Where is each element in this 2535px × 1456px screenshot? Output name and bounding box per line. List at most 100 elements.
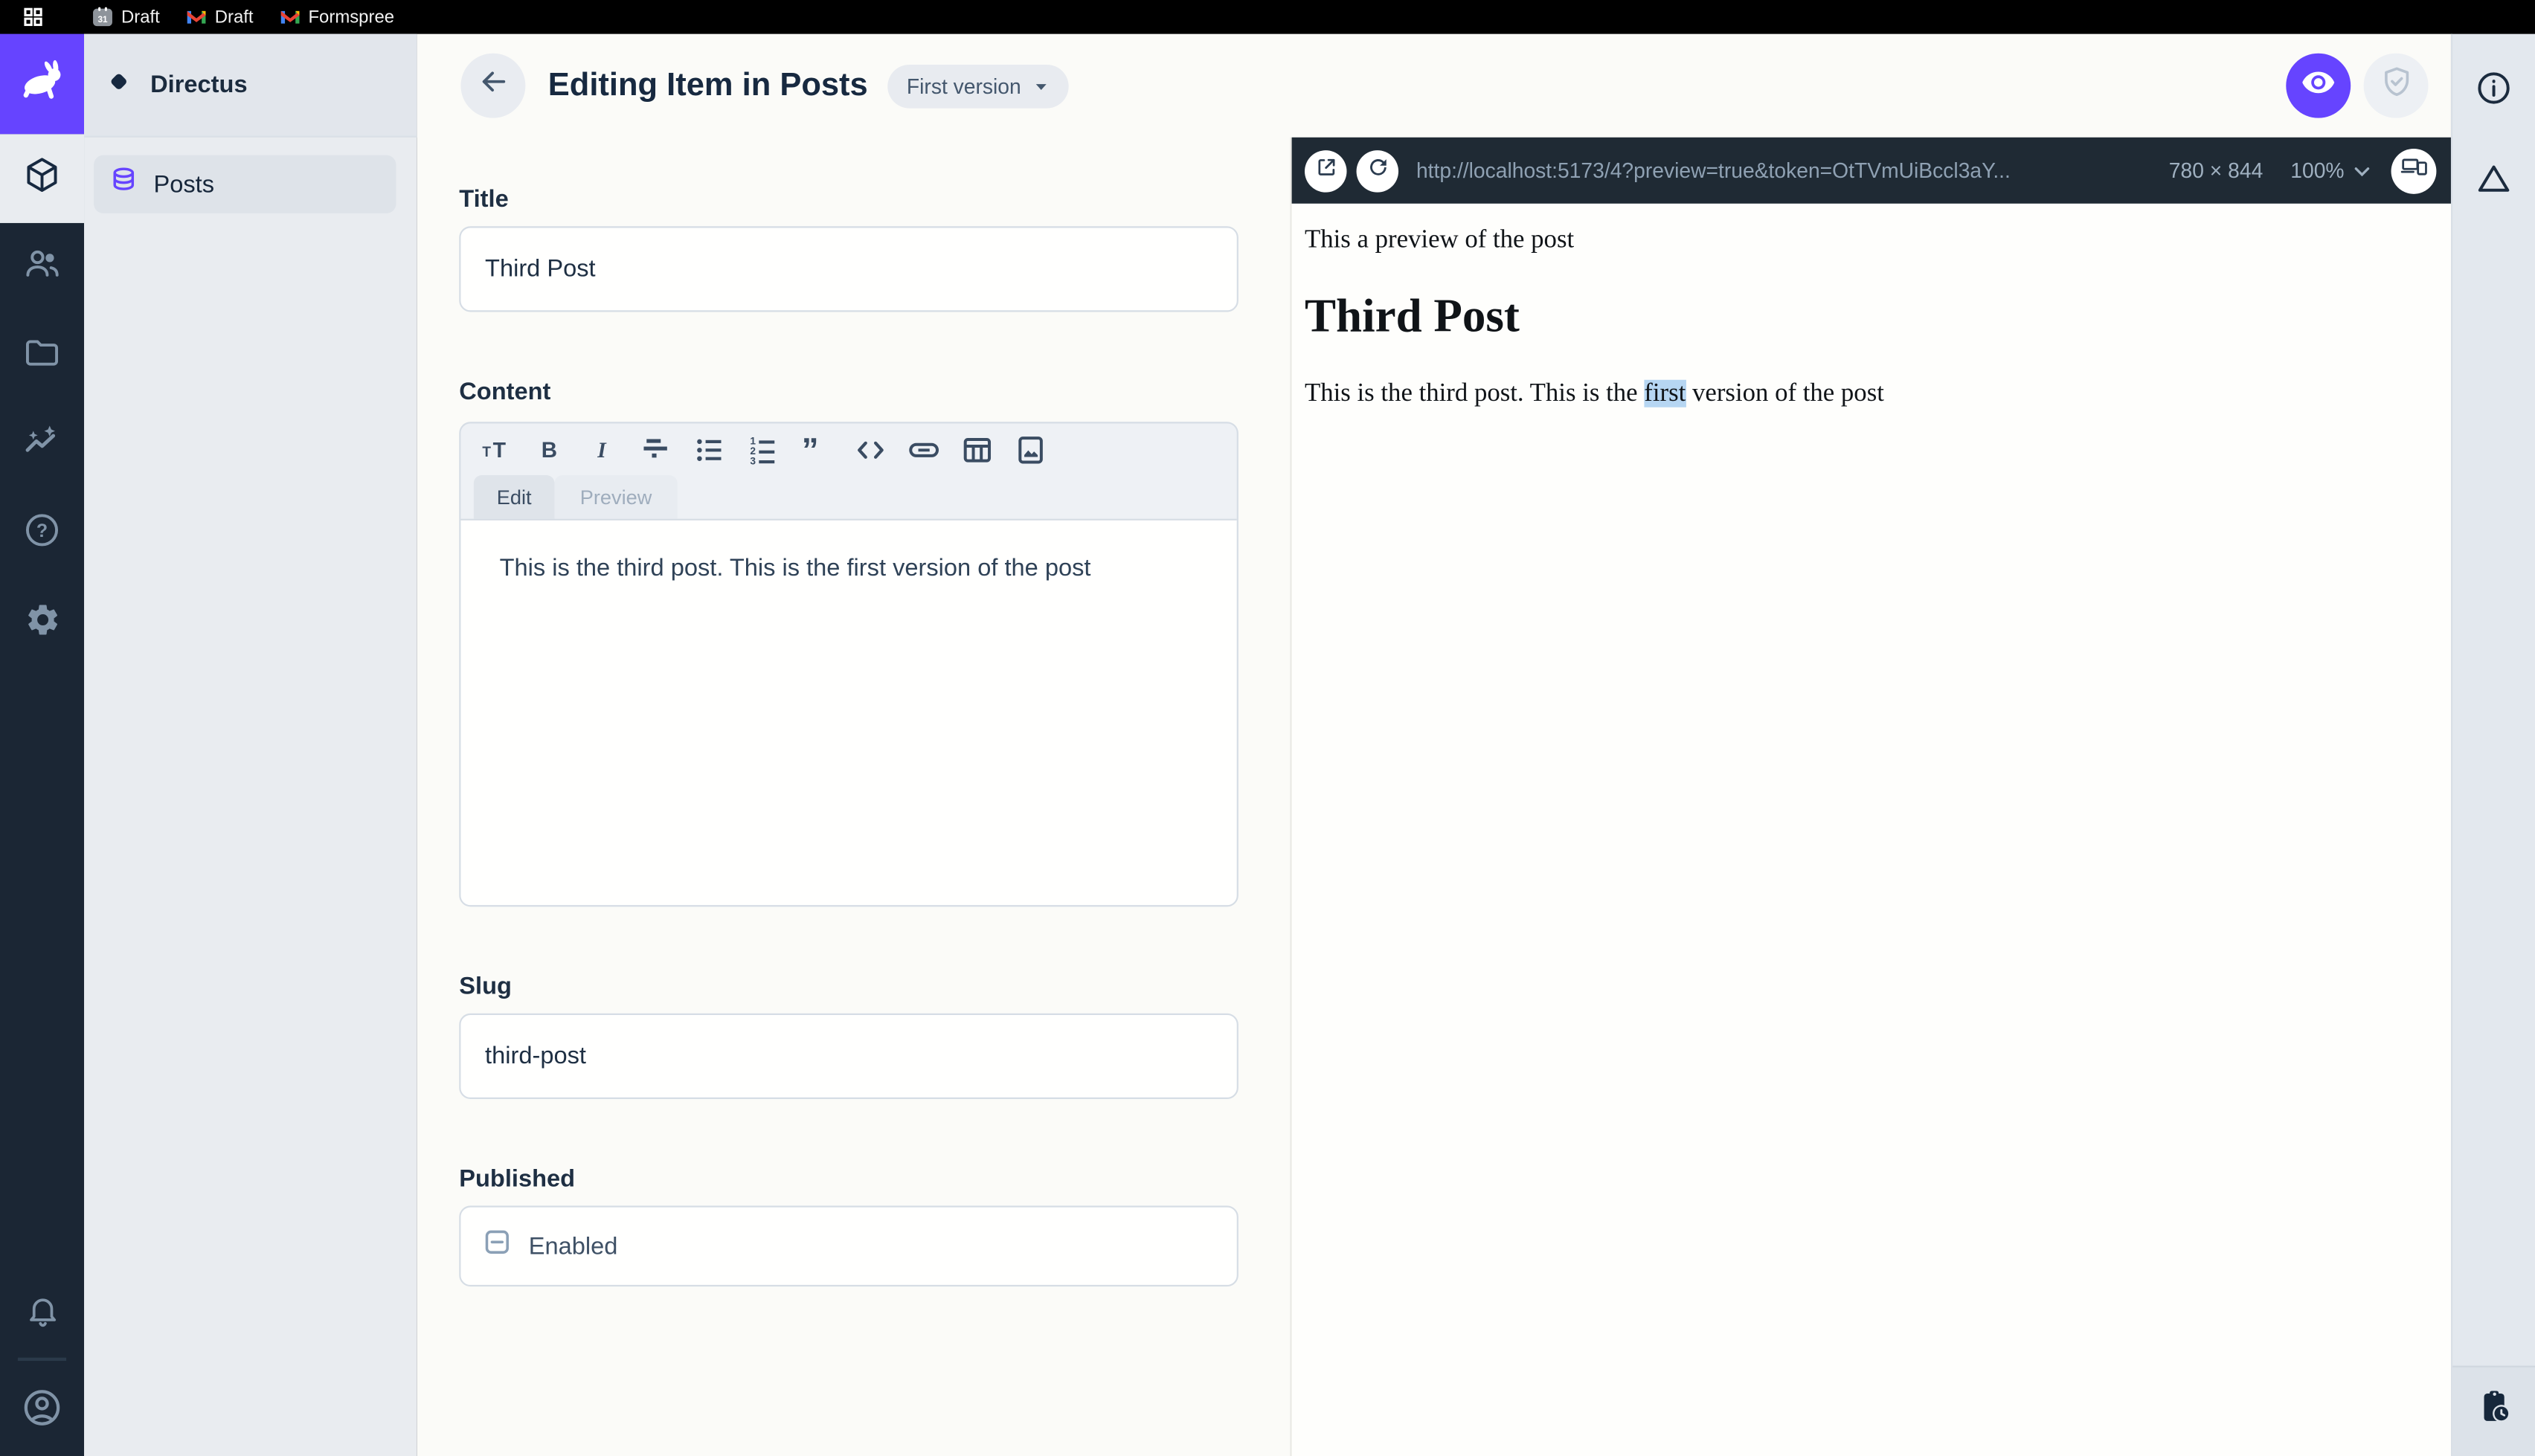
preview-intro-text: This a preview of the post bbox=[1304, 226, 1575, 254]
directus-logo[interactable] bbox=[0, 33, 85, 135]
module-insights[interactable] bbox=[0, 401, 84, 490]
screen: 31 Draft Draft Formspree ? Directus Post… bbox=[0, 0, 2535, 1456]
browser-tab-formspree[interactable]: Formspree bbox=[279, 7, 394, 28]
field-label-content: Content bbox=[459, 378, 551, 406]
sidebar-item-label: Posts bbox=[153, 170, 215, 199]
image-icon[interactable] bbox=[1010, 431, 1049, 469]
share-button[interactable] bbox=[2363, 53, 2429, 118]
browser-tab-label: Draft bbox=[121, 7, 160, 27]
field-label-published: Published bbox=[459, 1165, 576, 1194]
svg-text:?: ? bbox=[36, 521, 48, 541]
table-icon[interactable] bbox=[957, 431, 996, 469]
database-icon bbox=[109, 165, 139, 204]
warnings-sidebar-button[interactable] bbox=[2458, 147, 2530, 219]
preview-iframe[interactable]: This a preview of the post Third Post Th… bbox=[1291, 203, 2451, 1456]
svg-text:31: 31 bbox=[97, 15, 108, 25]
settings-gear-icon bbox=[24, 600, 61, 645]
blockquote-icon[interactable]: ” bbox=[797, 431, 836, 469]
svg-text:I: I bbox=[596, 439, 606, 463]
info-icon bbox=[2475, 69, 2513, 115]
browser-tab-draft-1[interactable]: 31 Draft bbox=[92, 7, 160, 28]
gmail-icon bbox=[186, 7, 207, 28]
strikethrough-icon[interactable] bbox=[637, 431, 675, 469]
svg-text:T: T bbox=[481, 445, 490, 460]
open-in-new-icon bbox=[1314, 155, 1338, 187]
right-sidebar-rail bbox=[2450, 33, 2535, 1456]
module-rail: ? bbox=[0, 33, 85, 1456]
live-preview-panel: http://localhost:5173/4?preview=true&tok… bbox=[1290, 137, 2451, 1456]
slug-input[interactable] bbox=[459, 1013, 1238, 1099]
page-header: Editing Item in Posts First version bbox=[417, 34, 2451, 138]
refresh-button[interactable] bbox=[1356, 149, 1399, 192]
browser-top-bar: 31 Draft Draft Formspree bbox=[0, 0, 2535, 34]
page-title: Editing Item in Posts bbox=[547, 67, 868, 103]
notifications-bell-icon bbox=[24, 1292, 61, 1337]
field-label-title: Title bbox=[459, 185, 509, 213]
clipboard-clock-icon bbox=[2474, 1388, 2513, 1435]
apps-grid-icon[interactable] bbox=[22, 7, 43, 28]
module-content[interactable] bbox=[0, 134, 85, 223]
module-help[interactable]: ? bbox=[0, 490, 84, 579]
preview-paragraph: This is the third post. This is the firs… bbox=[1304, 379, 1884, 408]
module-users[interactable] bbox=[0, 223, 84, 312]
browser-tab-draft-2[interactable]: Draft bbox=[186, 7, 254, 28]
notifications-button[interactable] bbox=[0, 1275, 84, 1353]
device-size-button[interactable] bbox=[2391, 147, 2437, 193]
svg-text:T: T bbox=[492, 439, 506, 463]
zoom-value: 100% bbox=[2290, 158, 2345, 183]
help-icon: ? bbox=[22, 511, 61, 558]
refresh-icon bbox=[1365, 155, 1389, 187]
nav-sidebar: Directus Posts bbox=[84, 33, 417, 1456]
svg-text:”: ” bbox=[801, 433, 818, 467]
users-icon bbox=[22, 244, 61, 291]
editor-tabs: Edit Preview bbox=[460, 475, 1237, 521]
version-dropdown[interactable]: First version bbox=[887, 63, 1068, 108]
version-label: First version bbox=[906, 73, 1021, 98]
live-preview-button[interactable] bbox=[2286, 53, 2351, 118]
tab-edit[interactable]: Edit bbox=[473, 475, 555, 519]
tab-preview[interactable]: Preview bbox=[554, 475, 678, 519]
checkbox-indeterminate-icon[interactable] bbox=[483, 1228, 511, 1264]
heading-icon[interactable]: TT bbox=[477, 431, 515, 469]
back-button[interactable] bbox=[460, 53, 526, 118]
svg-text:3: 3 bbox=[749, 455, 755, 466]
markdown-editor: TT B I 1 2 3 ” Edit Preview This is the … bbox=[459, 422, 1238, 907]
svg-text:B: B bbox=[541, 438, 556, 463]
field-label-slug: Slug bbox=[459, 973, 512, 1001]
preview-url[interactable]: http://localhost:5173/4?preview=true&tok… bbox=[1416, 158, 2153, 183]
revisions-sidebar-button[interactable] bbox=[2452, 1365, 2535, 1456]
sidebar-item-posts[interactable]: Posts bbox=[94, 155, 396, 213]
editor-toolbar: TT B I 1 2 3 ” bbox=[460, 423, 1236, 477]
zoom-dropdown[interactable]: 100% bbox=[2290, 158, 2371, 183]
shield-check-icon bbox=[2379, 65, 2413, 107]
bold-icon[interactable]: B bbox=[530, 431, 569, 469]
open-in-new-button[interactable] bbox=[1304, 149, 1347, 192]
bullet-list-icon[interactable] bbox=[690, 431, 729, 469]
collection-nav: Posts bbox=[84, 138, 417, 213]
directus-rabbit-icon bbox=[16, 54, 68, 114]
gmail-icon bbox=[279, 7, 300, 28]
italic-icon[interactable]: I bbox=[584, 431, 623, 469]
chevron-down-icon bbox=[2354, 167, 2370, 176]
devices-icon bbox=[2400, 152, 2428, 188]
title-input[interactable] bbox=[459, 226, 1238, 312]
account-button[interactable] bbox=[0, 1366, 84, 1456]
module-settings[interactable] bbox=[0, 579, 84, 668]
browser-tab-label: Draft bbox=[214, 7, 254, 27]
published-toggle[interactable]: Enabled bbox=[459, 1205, 1238, 1287]
preview-heading: Third Post bbox=[1304, 291, 1520, 343]
calendar-icon: 31 bbox=[92, 7, 113, 28]
diamond-icon bbox=[103, 65, 134, 104]
link-icon[interactable] bbox=[904, 431, 942, 469]
rail-divider bbox=[17, 1357, 67, 1362]
numbered-list-icon[interactable]: 123 bbox=[744, 431, 783, 469]
arrow-left-icon bbox=[476, 65, 510, 107]
project-chooser[interactable]: Directus bbox=[84, 33, 417, 138]
selected-text: first bbox=[1644, 379, 1686, 408]
code-icon[interactable] bbox=[850, 431, 889, 469]
content-textarea[interactable]: This is the third post. This is the firs… bbox=[460, 520, 1237, 906]
module-files[interactable] bbox=[0, 312, 84, 401]
files-folder-icon bbox=[22, 333, 61, 380]
insights-icon bbox=[22, 422, 61, 468]
info-sidebar-button[interactable] bbox=[2458, 57, 2530, 128]
